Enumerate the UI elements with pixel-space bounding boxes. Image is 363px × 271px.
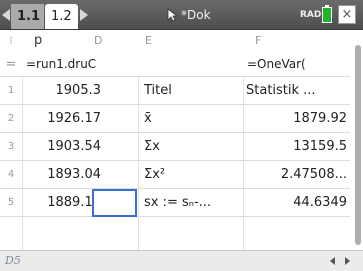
angle-mode-label: RAD [300, 10, 322, 20]
formula-row-marker: = [5, 57, 17, 72]
selected-cell[interactable] [92, 189, 137, 217]
column-name-p: p [34, 33, 43, 48]
table-row: 2 1926.17 x̄ 1879.92 [0, 105, 350, 133]
grid-divider [138, 77, 139, 250]
row-number: 3 [7, 141, 15, 152]
cell-f[interactable]: Statistik ... [243, 77, 350, 104]
tab-1-2[interactable]: 1.2 [45, 4, 78, 29]
row-number: 1 [7, 85, 15, 96]
column-letter-e: E [145, 34, 152, 47]
table-row: 4 1893.04 Σx² 2.47508... [0, 161, 350, 189]
cell-e[interactable]: Σx² [138, 161, 243, 188]
table-row: 5 1889.14 sx := sₙ-... 44.6349 [0, 189, 350, 217]
cell-e[interactable]: Σx [138, 133, 243, 160]
cell-f[interactable]: 13159.5 [243, 133, 350, 160]
next-tab-arrow-icon[interactable] [80, 9, 88, 21]
scroll-right-icon[interactable] [345, 257, 350, 265]
cell-d[interactable]: 1893.04 [22, 161, 138, 188]
grid-divider [22, 77, 23, 250]
formula-cell-f[interactable]: =OneVar( [243, 52, 350, 76]
formula-cell-e[interactable] [138, 52, 243, 76]
cell-d[interactable]: 1903.54 [22, 133, 138, 160]
formula-row: = =run1.druС =OneVar( [0, 52, 350, 77]
column-header-row: ⁝ p D E F [0, 30, 350, 52]
close-icon[interactable]: × [338, 5, 356, 24]
column-letter-f: F [255, 34, 262, 47]
grid-divider [243, 77, 244, 250]
cell-e[interactable]: x̄ [138, 105, 243, 132]
battery-icon [322, 5, 332, 23]
active-cell-reference: D5 [5, 254, 21, 267]
column-letter-d: D [94, 34, 103, 47]
row-number [0, 217, 22, 245]
table-row [0, 217, 350, 245]
status-bar: D5 [0, 250, 363, 271]
table-row: 3 1903.54 Σx 13159.5 [0, 133, 350, 161]
column-header-f[interactable]: F [243, 30, 350, 52]
cell-d[interactable]: 1905.3 [22, 77, 138, 104]
cell-d[interactable]: 1926.17 [22, 105, 138, 132]
corner-handle: ⁝ [9, 34, 13, 47]
cell-f[interactable]: 1879.92 [243, 105, 350, 132]
row-number: 5 [7, 197, 15, 208]
cell-e[interactable]: sx := sₙ-... [138, 189, 243, 216]
cell-f[interactable]: 2.47508... [243, 161, 350, 188]
spreadsheet: ⁝ p D E F = =run1.druС =OneVar( 1 1905.3… [0, 30, 350, 250]
scroll-left-icon[interactable] [330, 257, 335, 265]
previous-tab-arrow-icon[interactable] [2, 9, 10, 21]
document-title: *Dok [181, 8, 211, 22]
row-number: 4 [7, 169, 15, 180]
cell-f[interactable]: 44.6349 [243, 189, 350, 216]
cell-e[interactable]: Titel [138, 77, 243, 104]
column-header-d[interactable]: p D [22, 30, 138, 52]
document-cursor-icon [167, 8, 179, 22]
scrollbar-thumb[interactable] [355, 45, 361, 245]
formula-cell-d[interactable]: =run1.druС [22, 52, 138, 76]
table-row: 1 1905.3 Titel Statistik ... [0, 77, 350, 105]
tab-1-2-label: 1.2 [51, 9, 72, 24]
tab-1-1[interactable]: 1.1 [11, 4, 44, 29]
tab-1-1-label: 1.1 [17, 9, 41, 24]
row-number: 2 [7, 113, 15, 124]
column-header-e[interactable]: E [138, 30, 243, 52]
tab-bar: 1.1 1.2 *Dok RAD × [0, 0, 363, 30]
